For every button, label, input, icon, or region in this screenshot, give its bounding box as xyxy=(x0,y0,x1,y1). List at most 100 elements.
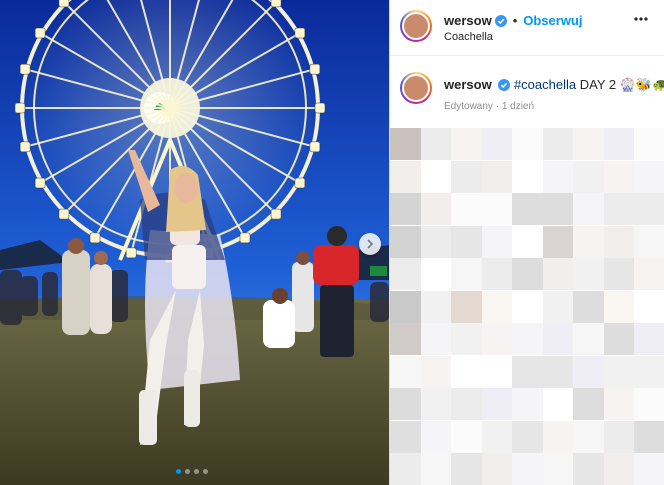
meta-separator: · xyxy=(495,101,500,112)
blur-pixel xyxy=(420,258,452,290)
blur-pixel xyxy=(512,225,543,258)
blur-pixel xyxy=(512,290,543,323)
avatar[interactable] xyxy=(400,10,432,42)
next-slide-button[interactable] xyxy=(359,233,381,255)
blur-pixel xyxy=(420,453,452,485)
blur-pixel xyxy=(603,128,635,160)
blur-pixel xyxy=(390,323,421,355)
avatar-image xyxy=(402,12,430,40)
blur-pixel xyxy=(451,258,482,290)
username-link[interactable]: wersow xyxy=(444,13,492,28)
more-options-icon[interactable] xyxy=(634,17,648,21)
caption-avatar[interactable] xyxy=(400,72,432,104)
blur-pixel xyxy=(573,225,604,258)
blur-pixel xyxy=(451,323,482,355)
blur-pixel xyxy=(542,290,574,323)
blur-pixel xyxy=(420,323,452,355)
location-link[interactable]: Coachella xyxy=(444,31,493,43)
blur-pixel xyxy=(512,258,543,290)
blur-pixel xyxy=(420,128,452,160)
avatar-image xyxy=(402,74,430,102)
blur-pixel xyxy=(451,193,482,225)
blur-pixel xyxy=(634,193,664,225)
blur-pixel xyxy=(390,160,421,193)
verified-badge-icon xyxy=(494,14,507,27)
blur-pixel xyxy=(573,290,604,323)
follow-button[interactable]: Obserwuj xyxy=(523,13,582,28)
blur-pixel xyxy=(420,225,452,258)
blur-pixel xyxy=(603,290,635,323)
blur-pixel xyxy=(542,128,574,160)
blur-pixel xyxy=(390,193,421,225)
blur-pixel xyxy=(481,290,513,323)
blur-pixel xyxy=(420,290,452,323)
blur-pixel xyxy=(512,160,543,193)
blur-pixel xyxy=(542,258,574,290)
time-ago[interactable]: 1 dzień xyxy=(502,101,534,112)
caption-text: DAY 2 xyxy=(579,77,617,92)
caption-username[interactable]: wersow xyxy=(444,77,492,92)
blur-pixel xyxy=(603,160,635,193)
post-header: wersow • Obserwuj Coachella xyxy=(390,0,664,56)
blur-pixel xyxy=(634,355,664,388)
blur-pixel xyxy=(603,355,635,388)
post-photo[interactable] xyxy=(0,0,389,485)
carousel-dot xyxy=(194,469,199,474)
blur-pixel xyxy=(420,420,452,453)
caption-hashtag[interactable]: #coachella xyxy=(514,77,576,92)
blur-pixel xyxy=(512,323,543,355)
blur-pixel xyxy=(634,290,664,323)
blur-pixel xyxy=(573,128,604,160)
blur-pixel xyxy=(634,453,664,485)
blur-pixel xyxy=(634,323,664,355)
blur-pixel xyxy=(603,420,635,453)
blur-pixel xyxy=(451,160,482,193)
caption-emojis: 🎡🐝🐢💙 xyxy=(619,77,664,92)
blur-pixel xyxy=(512,193,543,225)
post-side-panel: wersow • Obserwuj Coachella wersow #coac… xyxy=(390,0,664,485)
blur-pixel xyxy=(451,290,482,323)
blur-pixel xyxy=(390,388,421,420)
blurred-comments-area xyxy=(390,128,664,485)
blur-pixel xyxy=(512,388,543,420)
blur-pixel xyxy=(451,453,482,485)
blur-pixel xyxy=(573,388,604,420)
blur-pixel xyxy=(481,160,513,193)
blur-pixel xyxy=(573,453,604,485)
blur-pixel xyxy=(451,420,482,453)
blur-pixel xyxy=(390,258,421,290)
blur-pixel xyxy=(634,388,664,420)
caption-row: wersow #coachella DAY 2 🎡🐝🐢💙 xyxy=(444,77,664,93)
blur-pixel xyxy=(390,225,421,258)
blur-pixel xyxy=(512,453,543,485)
blur-pixel xyxy=(481,420,513,453)
blur-pixel xyxy=(573,258,604,290)
carousel-dot xyxy=(203,469,208,474)
blur-pixel xyxy=(420,388,452,420)
blur-pixel xyxy=(603,453,635,485)
blur-pixel xyxy=(542,193,574,225)
chevron-right-icon xyxy=(367,239,374,249)
separator-dot: • xyxy=(512,13,518,28)
blur-pixel xyxy=(481,323,513,355)
blur-pixel xyxy=(573,323,604,355)
blur-pixel xyxy=(481,128,513,160)
blur-pixel xyxy=(542,323,574,355)
blur-pixel xyxy=(634,160,664,193)
blur-pixel xyxy=(512,128,543,160)
blur-pixel xyxy=(390,128,421,160)
blur-pixel xyxy=(420,355,452,388)
coachella-photo xyxy=(0,0,389,485)
blur-pixel xyxy=(573,160,604,193)
blur-pixel xyxy=(451,355,482,388)
blur-pixel xyxy=(542,388,574,420)
carousel-dot xyxy=(176,469,181,474)
blur-pixel xyxy=(451,128,482,160)
carousel-dot xyxy=(185,469,190,474)
blur-pixel xyxy=(603,323,635,355)
blur-pixel xyxy=(603,258,635,290)
blur-pixel xyxy=(542,160,574,193)
blur-pixel xyxy=(390,420,421,453)
blur-pixel xyxy=(481,388,513,420)
blur-pixel xyxy=(542,225,574,258)
